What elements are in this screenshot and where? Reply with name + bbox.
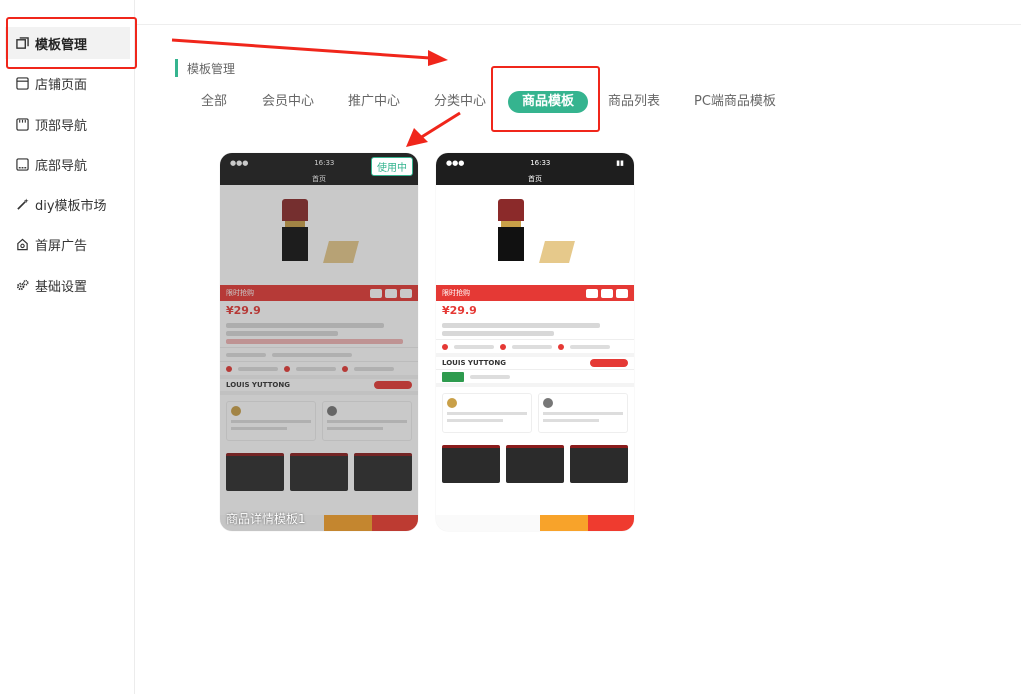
product-title-lines	[436, 323, 634, 336]
store-row	[436, 369, 634, 383]
template-card-2[interactable]: ●●● 16:33 ▮▮ 首页 限时抢购 ¥29.9 LOUIS YUTTONG	[436, 153, 634, 531]
recommend-section	[436, 439, 634, 489]
template-card-1[interactable]: ●●●16:33▮▮ 首页 限时抢购 ¥29.9 LOUIS YUTTONG 使…	[220, 153, 418, 531]
card-overlay	[220, 153, 418, 531]
gear-icon	[15, 278, 29, 292]
phone-footer-bar	[436, 515, 634, 531]
sidebar-item-label: 店铺页面	[35, 77, 88, 93]
sidebar-item-label: 顶部导航	[35, 118, 88, 134]
sidebar-item-label: 基础设置	[35, 279, 88, 295]
sidebar-item-basic-settings[interactable]: 基础设置	[5, 269, 130, 301]
sidebar-item-diy-market[interactable]: diy模板市场	[5, 188, 130, 220]
tab-promotion-center[interactable]: 推广中心	[348, 91, 400, 113]
page-title: 模板管理	[187, 61, 236, 76]
phone-status-bar: ●●●16:33▮▮	[436, 153, 634, 173]
sidebar-item-label: diy模板市场	[35, 198, 107, 214]
breadcrumb-accent-bar	[175, 59, 178, 77]
ad-icon	[15, 237, 29, 251]
sidebar: 模板管理 店铺页面 顶部导航 底部导航 diy模板市场 首屏广告 基础设置	[0, 0, 135, 694]
reviews-section	[436, 383, 634, 439]
header-divider	[135, 24, 1021, 25]
sidebar-item-splash-ad[interactable]: 首屏广告	[5, 228, 130, 260]
product-price: ¥29.9	[442, 304, 477, 317]
tab-product-list[interactable]: 商品列表	[608, 91, 660, 113]
template-name: 商品详情模板1	[226, 512, 306, 526]
brand-name: LOUIS YUTTONG	[442, 359, 506, 367]
annotation-box-sidebar	[6, 17, 137, 69]
service-row	[436, 339, 634, 353]
tab-category-center[interactable]: 分类中心	[434, 91, 486, 113]
flash-sale-bar: 限时抢购	[436, 285, 634, 301]
sidebar-item-label: 底部导航	[35, 158, 88, 174]
sidebar-item-bottom-nav[interactable]: 底部导航	[5, 148, 130, 180]
in-use-badge: 使用中	[371, 157, 413, 176]
sidebar-item-label: 首屏广告	[35, 238, 88, 254]
tab-all[interactable]: 全部	[201, 91, 227, 113]
breadcrumb: 模板管理	[175, 58, 235, 78]
page-icon	[15, 76, 29, 90]
top-nav-icon	[15, 117, 29, 131]
phone-nav-bar: 首页	[436, 173, 634, 185]
tab-member-center[interactable]: 会员中心	[262, 91, 314, 113]
brand-row: LOUIS YUTTONG	[436, 353, 634, 369]
annotation-box-tab	[491, 66, 600, 132]
magic-wand-icon	[15, 197, 29, 211]
bottom-nav-icon	[15, 157, 29, 171]
tab-pc-product-template[interactable]: PC端商品模板	[694, 91, 776, 113]
sidebar-item-store-pages[interactable]: 店铺页面	[5, 67, 130, 99]
sidebar-item-top-nav[interactable]: 顶部导航	[5, 108, 130, 140]
product-image	[436, 185, 634, 285]
